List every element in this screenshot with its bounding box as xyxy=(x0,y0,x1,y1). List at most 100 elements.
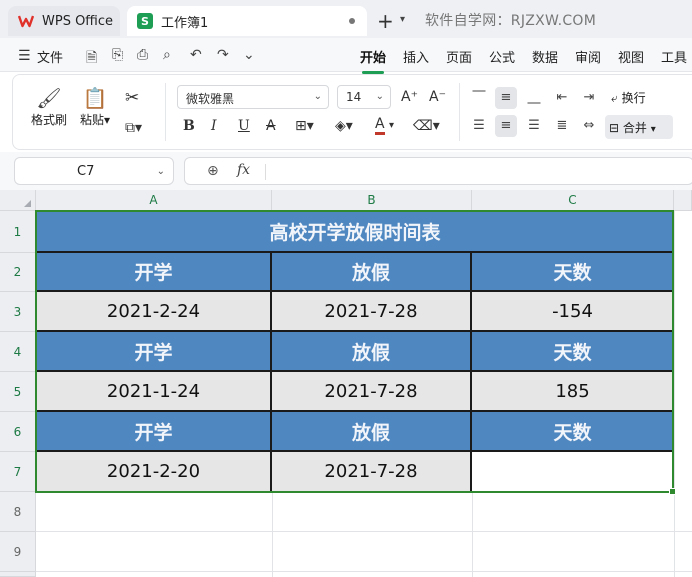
fill-handle[interactable] xyxy=(669,488,676,495)
header-cell-days[interactable]: 天数 xyxy=(472,412,673,452)
increase-indent-icon[interactable]: ⇥ xyxy=(578,87,600,109)
eraser-icon[interactable]: ⌫▾ xyxy=(413,117,440,135)
ribbon-toolbar: 🖌 格式刷 📋 粘贴▾ ✂ ⧉▾ 微软雅黑 ⌄ 14 ⌄ A⁺ A⁻ B I U… xyxy=(12,74,692,150)
title-bar: WPS Office S 工作簿1 + ▾ 软件自学网：RJZXW.COM xyxy=(0,0,692,38)
merge-cells-button[interactable]: ⊟ 合并 ▾ xyxy=(605,115,673,139)
row-header-1[interactable]: 1 xyxy=(0,211,36,253)
border-icon[interactable]: ⊞▾ xyxy=(295,117,314,135)
chevron-down-icon[interactable]: ▾ xyxy=(389,117,394,135)
data-cell-start-date[interactable]: 2021-2-24 xyxy=(37,292,272,332)
wps-office-tab[interactable]: WPS Office xyxy=(8,6,120,36)
strikethrough-button[interactable]: A xyxy=(266,117,276,135)
italic-button[interactable]: I xyxy=(211,117,217,135)
decrease-font-size-button[interactable]: A⁻ xyxy=(429,88,446,106)
data-cell-start-date[interactable]: 2021-2-20 xyxy=(37,452,272,491)
wrap-text-icon: ⤶ xyxy=(611,91,618,105)
row-header-4[interactable]: 4 xyxy=(0,332,36,372)
name-box[interactable]: C7 ⌄ xyxy=(14,157,174,185)
align-left-icon[interactable]: ☰ xyxy=(468,115,490,137)
row-header-6[interactable]: 6 xyxy=(0,412,36,452)
tab-formula[interactable]: 公式 xyxy=(489,47,515,66)
format-painter-button[interactable]: 🖌 格式刷 xyxy=(29,85,69,128)
distributed-icon[interactable]: ⇔ xyxy=(578,115,600,137)
header-cell-holiday[interactable]: 放假 xyxy=(272,253,472,292)
justify-icon[interactable]: ≣ xyxy=(551,115,573,137)
data-cell-days[interactable]: -154 xyxy=(472,292,673,332)
zoom-icon[interactable]: ⊕ xyxy=(207,163,219,179)
data-cell-holiday-date[interactable]: 2021-7-28 xyxy=(272,292,472,332)
unsaved-dot-icon[interactable] xyxy=(349,18,355,24)
header-cell-days[interactable]: 天数 xyxy=(472,253,673,292)
align-center-icon[interactable]: ≡ xyxy=(495,115,517,137)
tab-tools[interactable]: 工具 xyxy=(661,47,687,66)
font-color-button[interactable]: A xyxy=(375,117,385,135)
column-header-b[interactable]: B xyxy=(272,190,472,211)
header-cell-holiday[interactable]: 放假 xyxy=(272,332,472,372)
paste-button[interactable]: 📋 粘贴▾ xyxy=(75,85,115,128)
align-bottom-icon[interactable]: ⎽ xyxy=(523,87,545,109)
new-tab-plus-icon[interactable]: + xyxy=(377,9,394,33)
row-header-3[interactable]: 3 xyxy=(0,292,36,332)
print-preview-icon[interactable]: ⌕ xyxy=(163,47,171,63)
header-cell-start[interactable]: 开学 xyxy=(37,253,272,292)
document-tab[interactable]: S 工作簿1 xyxy=(127,6,367,36)
data-cell-holiday-date[interactable]: 2021-7-28 xyxy=(272,452,472,491)
align-top-icon[interactable]: ⎺ xyxy=(468,87,490,109)
row-header-9[interactable]: 9 xyxy=(0,532,36,572)
row-header-7[interactable]: 7 xyxy=(0,452,36,492)
data-cell-start-date[interactable]: 2021-1-24 xyxy=(37,372,272,412)
column-header-c[interactable]: C xyxy=(472,190,674,211)
select-all-corner[interactable] xyxy=(0,190,36,211)
align-right-icon[interactable]: ☰ xyxy=(523,115,545,137)
spreadsheet-icon: S xyxy=(137,13,153,29)
function-icon[interactable]: fx xyxy=(237,162,250,178)
hamburger-menu-icon[interactable]: ☰ xyxy=(18,48,31,64)
tab-page[interactable]: 页面 xyxy=(446,47,472,66)
row-header-2[interactable]: 2 xyxy=(0,253,36,292)
row-header-8[interactable]: 8 xyxy=(0,492,36,532)
cut-icon[interactable]: ✂ xyxy=(125,89,139,107)
tab-insert[interactable]: 插入 xyxy=(403,47,429,66)
more-chevron-icon[interactable]: ⌄ xyxy=(243,47,255,63)
font-size-select[interactable]: 14 ⌄ xyxy=(337,85,391,109)
increase-font-size-button[interactable]: A⁺ xyxy=(401,88,418,106)
gridline xyxy=(272,492,273,577)
watermark-text: 软件自学网：RJZXW.COM xyxy=(425,13,597,29)
fill-color-icon[interactable]: ◈▾ xyxy=(335,117,353,135)
paint-brush-icon: 🖌 xyxy=(36,86,62,110)
header-cell-holiday[interactable]: 放假 xyxy=(272,412,472,452)
font-name-select[interactable]: 微软雅黑 ⌄ xyxy=(177,85,329,109)
tab-data[interactable]: 数据 xyxy=(532,47,558,66)
formula-input[interactable]: ⊕ fx xyxy=(184,157,692,185)
active-cell-c7[interactable] xyxy=(472,452,673,491)
print-icon[interactable]: ⎙ xyxy=(137,47,148,63)
tab-view[interactable]: 视图 xyxy=(618,47,644,66)
column-header-d[interactable] xyxy=(674,190,692,211)
copy-icon[interactable]: ⧉▾ xyxy=(125,119,142,137)
chevron-down-icon[interactable]: ▾ xyxy=(400,14,405,25)
decrease-indent-icon[interactable]: ⇤ xyxy=(551,87,573,109)
tab-review[interactable]: 审阅 xyxy=(575,47,601,66)
tab-start[interactable]: 开始 xyxy=(360,47,386,74)
wrap-text-button[interactable]: ⤶ 换行 xyxy=(611,89,646,106)
underline-button[interactable]: U xyxy=(238,117,250,135)
header-cell-start[interactable]: 开学 xyxy=(37,412,272,452)
redo-icon[interactable]: ↷ xyxy=(217,47,229,63)
file-menu[interactable]: 文件 xyxy=(37,47,63,66)
header-cell-start[interactable]: 开学 xyxy=(37,332,272,372)
column-header-a[interactable]: A xyxy=(36,190,272,211)
data-cell-holiday-date[interactable]: 2021-7-28 xyxy=(272,372,472,412)
row-header-5[interactable]: 5 xyxy=(0,372,36,412)
table-title-cell[interactable]: 高校开学放假时间表 xyxy=(37,212,673,253)
save-icon[interactable]: 🗎 xyxy=(86,47,97,71)
gridline xyxy=(36,571,692,572)
export-icon[interactable]: ⎘ xyxy=(112,47,123,63)
align-middle-icon[interactable]: ≡ xyxy=(495,87,517,109)
data-cell-days[interactable]: 185 xyxy=(472,372,673,412)
row-header-10[interactable] xyxy=(0,572,36,577)
undo-icon[interactable]: ↶ xyxy=(190,47,202,63)
chevron-down-icon: ⌄ xyxy=(156,166,165,177)
chevron-down-icon: ⌄ xyxy=(375,91,384,102)
header-cell-days[interactable]: 天数 xyxy=(472,332,673,372)
bold-button[interactable]: B xyxy=(183,117,195,135)
